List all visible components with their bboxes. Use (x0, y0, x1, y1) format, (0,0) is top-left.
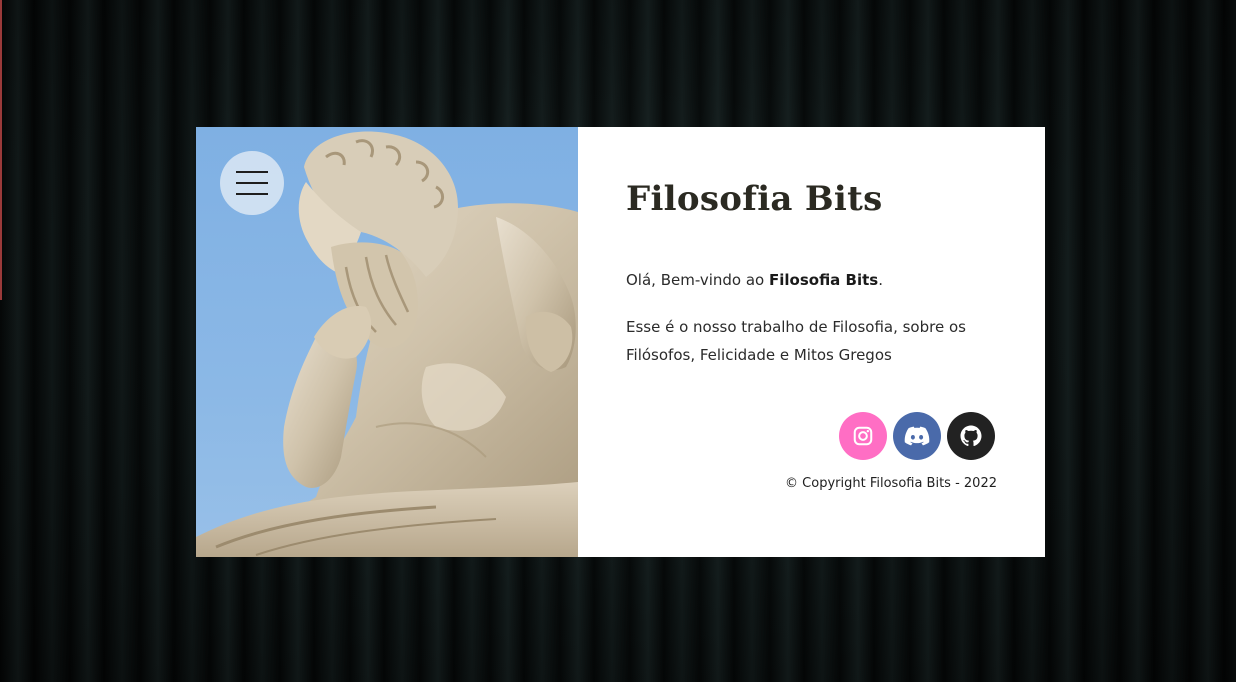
instagram-button[interactable] (839, 412, 887, 460)
instagram-icon (853, 426, 873, 446)
welcome-brand: Filosofia Bits (769, 271, 879, 289)
copyright-text: © Copyright Filosofia Bits - 2022 (785, 476, 997, 491)
welcome-prefix: Olá, Bem-vindo ao (626, 271, 769, 289)
github-button[interactable] (947, 412, 995, 460)
welcome-text: Olá, Bem-vindo ao Filosofia Bits. (626, 269, 997, 291)
github-icon (960, 425, 982, 447)
discord-button[interactable] (893, 412, 941, 460)
page-title: Filosofia Bits (626, 179, 883, 219)
discord-icon (904, 426, 930, 446)
menu-icon-line (236, 182, 268, 184)
social-links (839, 412, 995, 460)
welcome-suffix: . (878, 271, 883, 289)
main-card: Filosofia Bits Olá, Bem-vindo ao Filosof… (196, 127, 1045, 557)
menu-button[interactable] (220, 151, 284, 215)
menu-icon-line (236, 193, 268, 195)
description-text: Esse é o nosso trabalho de Filosofia, so… (626, 318, 966, 364)
content-panel: Filosofia Bits Olá, Bem-vindo ao Filosof… (578, 127, 1045, 557)
statue-image (196, 127, 578, 557)
menu-icon-line (236, 171, 268, 173)
